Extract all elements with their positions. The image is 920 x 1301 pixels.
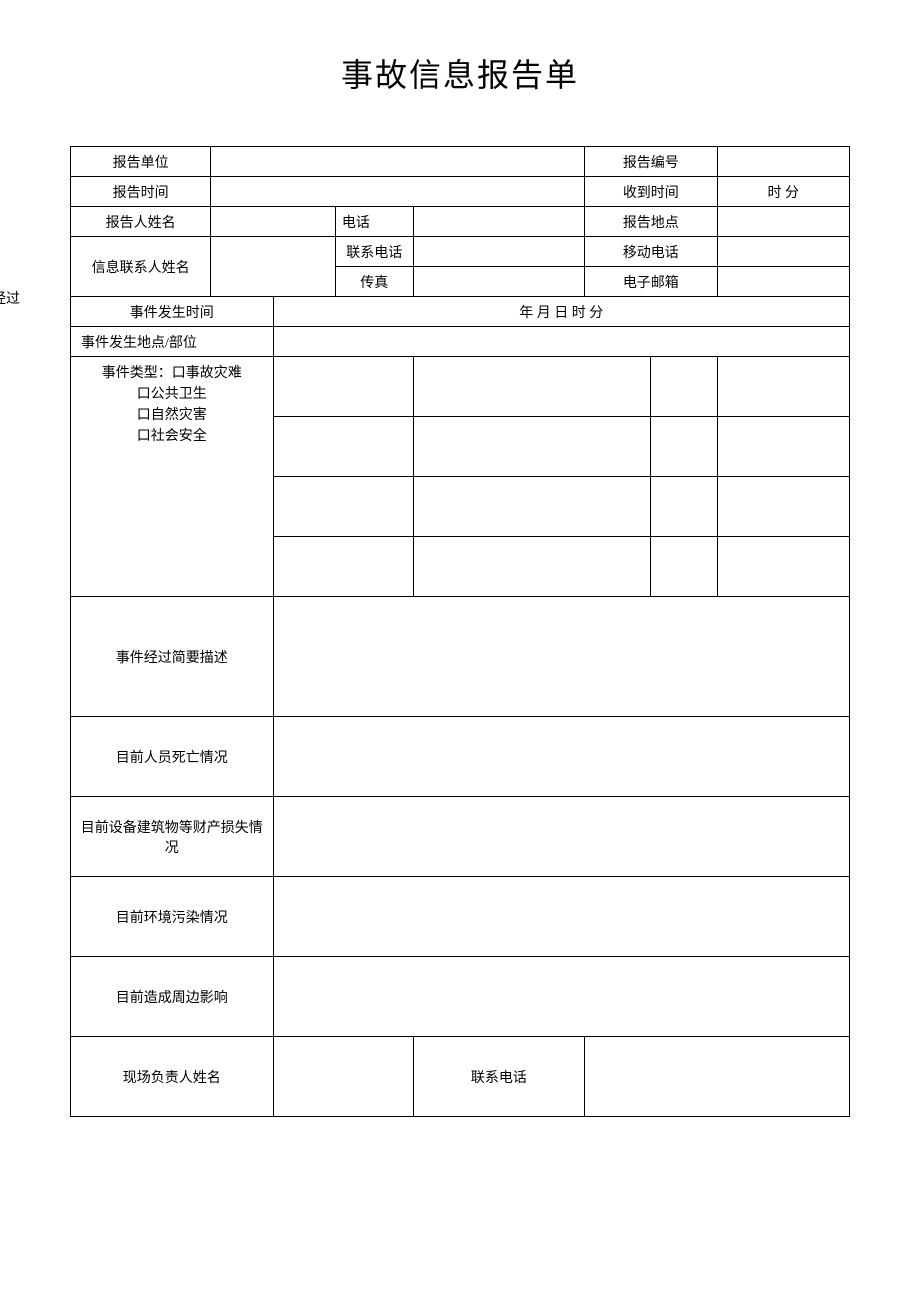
contact-phone-label: 联系电话 [335, 237, 413, 267]
table-row: 事件发生时间 年 月 日 时 分 [71, 297, 850, 327]
mobile-label: 移动电话 [585, 237, 717, 267]
event-type-cell-4d[interactable] [717, 537, 849, 597]
report-unit-value[interactable] [211, 147, 585, 177]
report-number-label: 报告编号 [585, 147, 717, 177]
table-row: 目前环境污染情况 [71, 877, 850, 957]
description-value[interactable] [273, 597, 849, 717]
report-time-label: 报告时间 [71, 177, 211, 207]
table-row: 报告单位 报告编号 [71, 147, 850, 177]
report-location-label: 报告地点 [585, 207, 717, 237]
pollution-label: 目前环境污染情况 [71, 877, 274, 957]
event-type-cell-2d[interactable] [717, 417, 849, 477]
event-type-cell-4b[interactable] [413, 537, 651, 597]
event-type-cell-3b[interactable] [413, 477, 651, 537]
table-row: 报告人姓名 电话 报告地点 [71, 207, 850, 237]
table-row: 事件类型：口事故灾难 口公共卫生 口自然灾害 口社会安全 [71, 357, 850, 417]
property-loss-label: 目前设备建筑物等财产损失情况 [71, 797, 274, 877]
contact-name-value[interactable] [211, 237, 336, 297]
table-row: 目前造成周边影响 [71, 957, 850, 1037]
table-row: 报告时间 收到时间 时 分 [71, 177, 850, 207]
table-row: 目前设备建筑物等财产损失情况 [71, 797, 850, 877]
report-time-value[interactable] [211, 177, 585, 207]
description-label: 事件经过简要描述 [71, 597, 274, 717]
pollution-value[interactable] [273, 877, 849, 957]
event-type-label: 事件类型：口事故灾难 口公共卫生 口自然灾害 口社会安全 [71, 357, 274, 597]
email-label: 电子邮箱 [585, 267, 717, 297]
event-type-cell-4c[interactable] [651, 537, 717, 597]
event-type-cell-1a[interactable] [273, 357, 413, 417]
contact-phone2-value[interactable] [585, 1037, 850, 1117]
page-title: 事故信息报告单 [70, 50, 850, 96]
event-type-cell-3c[interactable] [651, 477, 717, 537]
event-summary-overlay: 事件简要经过 [0, 288, 20, 308]
contact-name-label: 信息联系人姓名 事件简要经过 [71, 237, 211, 297]
phone-value[interactable] [413, 207, 584, 237]
event-location-value[interactable] [273, 327, 849, 357]
event-type-cell-3a[interactable] [273, 477, 413, 537]
event-type-cell-2b[interactable] [413, 417, 651, 477]
casualty-value[interactable] [273, 717, 849, 797]
fax-label: 传真 [335, 267, 413, 297]
event-type-cell-1b[interactable] [413, 357, 651, 417]
email-value[interactable] [717, 267, 849, 297]
report-form-table: 报告单位 报告编号 报告时间 收到时间 时 分 报告人姓名 电话 报告地点 信息… [70, 146, 850, 1117]
phone-label: 电话 [335, 207, 413, 237]
table-row: 现场负责人姓名 联系电话 [71, 1037, 850, 1117]
report-location-value[interactable] [717, 207, 849, 237]
reporter-name-label: 报告人姓名 [71, 207, 211, 237]
event-time-value[interactable]: 年 月 日 时 分 [273, 297, 849, 327]
event-type-cell-1c[interactable] [651, 357, 717, 417]
site-manager-value[interactable] [273, 1037, 413, 1117]
table-row: 信息联系人姓名 事件简要经过 联系电话 移动电话 [71, 237, 850, 267]
receive-time-label: 收到时间 [585, 177, 717, 207]
contact-phone-value[interactable] [413, 237, 584, 267]
property-loss-value[interactable] [273, 797, 849, 877]
event-type-cell-1d[interactable] [717, 357, 849, 417]
site-manager-label: 现场负责人姓名 [71, 1037, 274, 1117]
event-type-cell-3d[interactable] [717, 477, 849, 537]
casualty-label: 目前人员死亡情况 [71, 717, 274, 797]
surrounding-label: 目前造成周边影响 [71, 957, 274, 1037]
event-type-cell-2c[interactable] [651, 417, 717, 477]
event-time-label: 事件发生时间 [71, 297, 274, 327]
event-type-cell-4a[interactable] [273, 537, 413, 597]
contact-phone2-label: 联系电话 [413, 1037, 584, 1117]
event-location-label: 事件发生地点/部位 [71, 327, 274, 357]
report-number-value[interactable] [717, 147, 849, 177]
fax-value[interactable] [413, 267, 584, 297]
receive-time-value[interactable]: 时 分 [717, 177, 849, 207]
mobile-value[interactable] [717, 237, 849, 267]
surrounding-value[interactable] [273, 957, 849, 1037]
table-row: 事件发生地点/部位 [71, 327, 850, 357]
report-unit-label: 报告单位 [71, 147, 211, 177]
reporter-name-value[interactable] [211, 207, 336, 237]
table-row: 事件经过简要描述 [71, 597, 850, 717]
table-row: 目前人员死亡情况 [71, 717, 850, 797]
event-type-cell-2a[interactable] [273, 417, 413, 477]
